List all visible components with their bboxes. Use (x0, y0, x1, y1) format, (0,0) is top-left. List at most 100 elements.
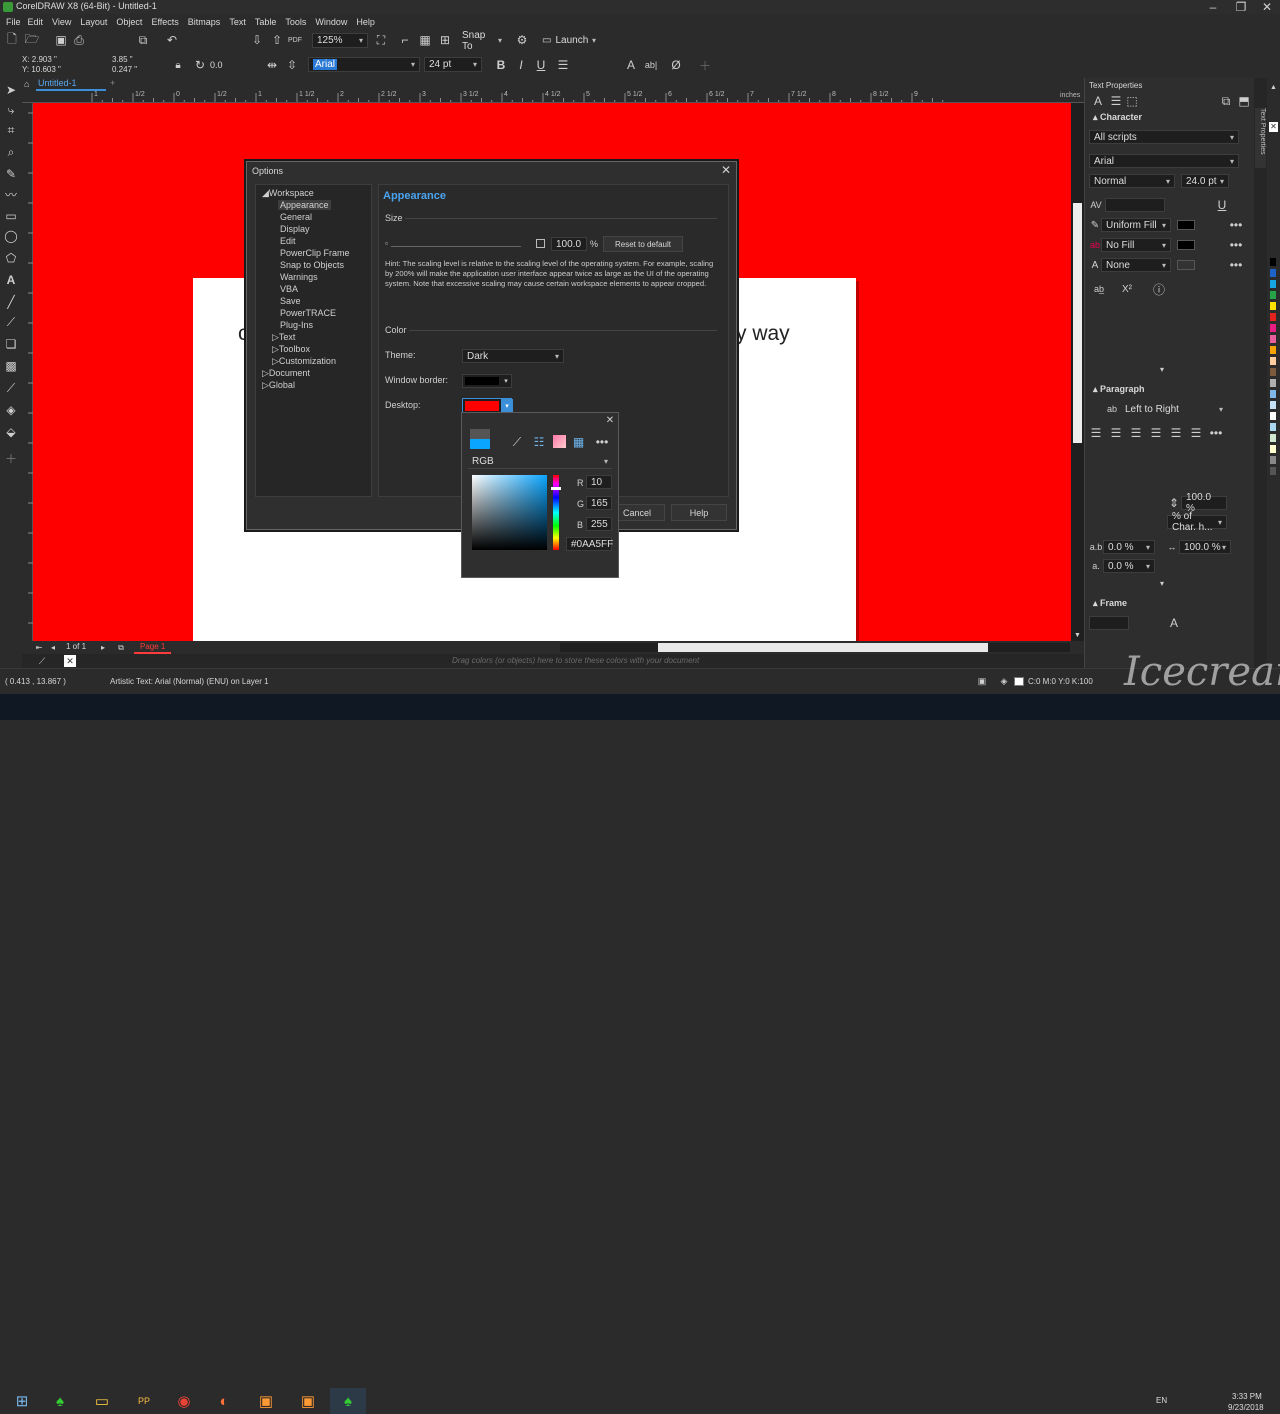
palette-swatch[interactable] (1270, 390, 1276, 398)
copy-icon[interactable]: ⧉ (136, 32, 150, 48)
fill-type-dropdown[interactable]: Uniform Fill ▾ (1101, 218, 1171, 232)
zoom-dropdown[interactable]: 125% ▾ (312, 33, 368, 48)
add-page-icon[interactable]: ⧉ (116, 641, 126, 654)
docker-style-dropdown[interactable]: Normal ▾ (1089, 174, 1175, 188)
import-icon[interactable]: ⇩ (250, 32, 264, 48)
palette-up-icon[interactable]: ▲ (1267, 82, 1280, 92)
taskbar-photopaint-icon[interactable]: PP (126, 1388, 162, 1414)
shadow-tool-icon[interactable]: ❏ (3, 336, 19, 352)
rotation-angle[interactable]: 0.0 (210, 60, 223, 70)
palette-swatch[interactable] (1270, 467, 1276, 475)
align-none-icon[interactable]: ☰ (1089, 426, 1103, 440)
h-scroll-thumb[interactable] (658, 643, 988, 652)
height-value[interactable]: 0.247 " (112, 65, 137, 74)
font-list[interactable]: Arial ▾ (308, 57, 420, 72)
eyedropper-icon[interactable]: ⟋ (510, 435, 524, 449)
frame-text-icon[interactable]: A (1167, 616, 1181, 630)
edit-text-icon[interactable]: ab| (644, 57, 658, 73)
taskbar-chrome-icon[interactable]: ◉ (166, 1388, 202, 1414)
shape-tool-icon[interactable]: ⤷ (3, 102, 19, 118)
docker-font-dropdown[interactable]: Arial ▾ (1089, 154, 1239, 168)
tree-warnings[interactable]: Warnings (258, 271, 369, 283)
menu-window[interactable]: Window (315, 17, 347, 27)
theme-dropdown[interactable]: Dark ▾ (462, 349, 564, 363)
crop-tool-icon[interactable]: ⌗ (3, 122, 19, 138)
menu-tools[interactable]: Tools (285, 17, 306, 27)
tree-general[interactable]: General (258, 211, 369, 223)
language[interactable]: EN (1156, 1396, 1167, 1405)
outline-more-icon[interactable]: ••• (1229, 258, 1243, 272)
taskbar-recorder-icon[interactable]: ▣ (248, 1388, 284, 1414)
maximize-icon[interactable]: ❐ (1228, 0, 1254, 14)
italic-button[interactable]: I (514, 57, 528, 73)
pick-tool-icon[interactable]: ➤ (3, 82, 19, 98)
lock-ratio-icon[interactable]: 🔒︎ (172, 58, 184, 72)
menu-effects[interactable]: Effects (151, 17, 178, 27)
taskbar-coreldraw-active-icon[interactable]: ♠ (330, 1388, 366, 1414)
artistic-media-icon[interactable]: 〰 (3, 186, 19, 202)
menu-edit[interactable]: Edit (28, 17, 44, 27)
menu-view[interactable]: View (52, 17, 71, 27)
open-icon[interactable]: 🗁 (22, 32, 42, 48)
tree-document[interactable]: ▷Document (258, 367, 369, 379)
undo-icon[interactable]: ↶ (160, 32, 184, 48)
menu-table[interactable]: Table (255, 17, 277, 27)
horizontal-scrollbar[interactable] (560, 643, 1070, 652)
horizontal-ruler[interactable]: 1 1/2 0 1/2 1 1 1/2 2 2 1/2 3 3 1/2 4 4 1/2 5 5 1/2 6 6… (22, 91, 1084, 103)
vertical-ruler[interactable] (22, 103, 33, 641)
smart-fill-icon[interactable]: ⬙ (3, 424, 19, 440)
guidelines-icon[interactable]: ⊞ (438, 32, 452, 48)
eyedropper-icon[interactable]: ⟋ (36, 655, 48, 667)
palette-swatch[interactable] (1270, 445, 1276, 453)
palette-swatch[interactable] (1270, 412, 1276, 420)
section-paragraph[interactable]: ▴ Paragraph (1093, 384, 1145, 395)
scale-field[interactable]: 100.0 (551, 237, 587, 251)
outline-status-icon[interactable]: ◈ (998, 675, 1010, 687)
no-color-icon[interactable]: ✕ (64, 655, 76, 667)
freehand-tool-icon[interactable]: ✎ (3, 166, 19, 182)
width-value[interactable]: 3.85 " (112, 55, 133, 64)
fill-tool-icon[interactable]: ◈ (3, 402, 19, 418)
expand-char-icon[interactable]: ▾ (1155, 364, 1169, 374)
taskbar-firefox-icon[interactable]: ◐ (206, 1388, 242, 1414)
menu-help[interactable]: Help (356, 17, 375, 27)
case-icon[interactable]: X² (1119, 282, 1135, 296)
docker-size-field[interactable]: 24.0 pt ▾ (1181, 174, 1229, 188)
polygon-tool-icon[interactable]: ⬠ (3, 250, 19, 266)
export-icon[interactable]: ⇧ (270, 32, 284, 48)
page-tab[interactable]: Page 1 (134, 641, 172, 654)
tree-powertrace[interactable]: PowerTRACE (258, 307, 369, 319)
gear-icon[interactable]: ⚙ (514, 32, 530, 48)
palette-swatch[interactable] (1270, 423, 1276, 431)
align-right-icon[interactable]: ☰ (1149, 426, 1163, 440)
palette-swatch[interactable] (1270, 280, 1276, 288)
frame-fill-swatch[interactable] (1089, 616, 1129, 630)
hex-field[interactable]: #0AA5FF (566, 537, 613, 551)
word-spacing-field[interactable]: 100.0 % ▾ (1179, 540, 1231, 554)
menu-bitmaps[interactable]: Bitmaps (188, 17, 221, 27)
taskbar-coreldraw-icon[interactable]: ♠ (42, 1388, 78, 1414)
palette-swatch[interactable] (1270, 379, 1276, 387)
kerning-field[interactable] (1105, 198, 1165, 212)
bg-color-swatch[interactable] (1177, 240, 1195, 250)
taskbar-app-icon[interactable]: ▣ (290, 1388, 326, 1414)
sliders-icon[interactable]: ☷ (532, 435, 546, 449)
char-format-icon[interactable]: A (624, 57, 638, 73)
underline-icon[interactable]: U (1215, 198, 1229, 212)
clock-time[interactable]: 3:33 PM (1232, 1392, 1262, 1401)
picker-close-icon[interactable]: ✕ (604, 414, 616, 426)
palette-swatch[interactable] (1270, 291, 1276, 299)
reset-button[interactable]: Reset to default (603, 236, 683, 252)
menu-layout[interactable]: Layout (80, 17, 107, 27)
first-page-icon[interactable]: ⇤ (34, 641, 44, 654)
palette-swatch[interactable] (1270, 324, 1276, 332)
scripts-dropdown[interactable]: All scripts ▾ (1089, 130, 1239, 144)
pdf-icon[interactable]: PDF (288, 32, 302, 48)
opentype-icon[interactable]: Ø (668, 57, 684, 73)
tree-display[interactable]: Display (258, 223, 369, 235)
palette-swatch[interactable] (1270, 302, 1276, 310)
direction-dropdown[interactable]: Left to Right ▾ (1121, 402, 1227, 416)
align-icon[interactable]: ☰ (556, 57, 570, 73)
char-spacing-field[interactable]: 0.0 % ▾ (1103, 540, 1155, 554)
outline-color-swatch[interactable] (1177, 260, 1195, 270)
